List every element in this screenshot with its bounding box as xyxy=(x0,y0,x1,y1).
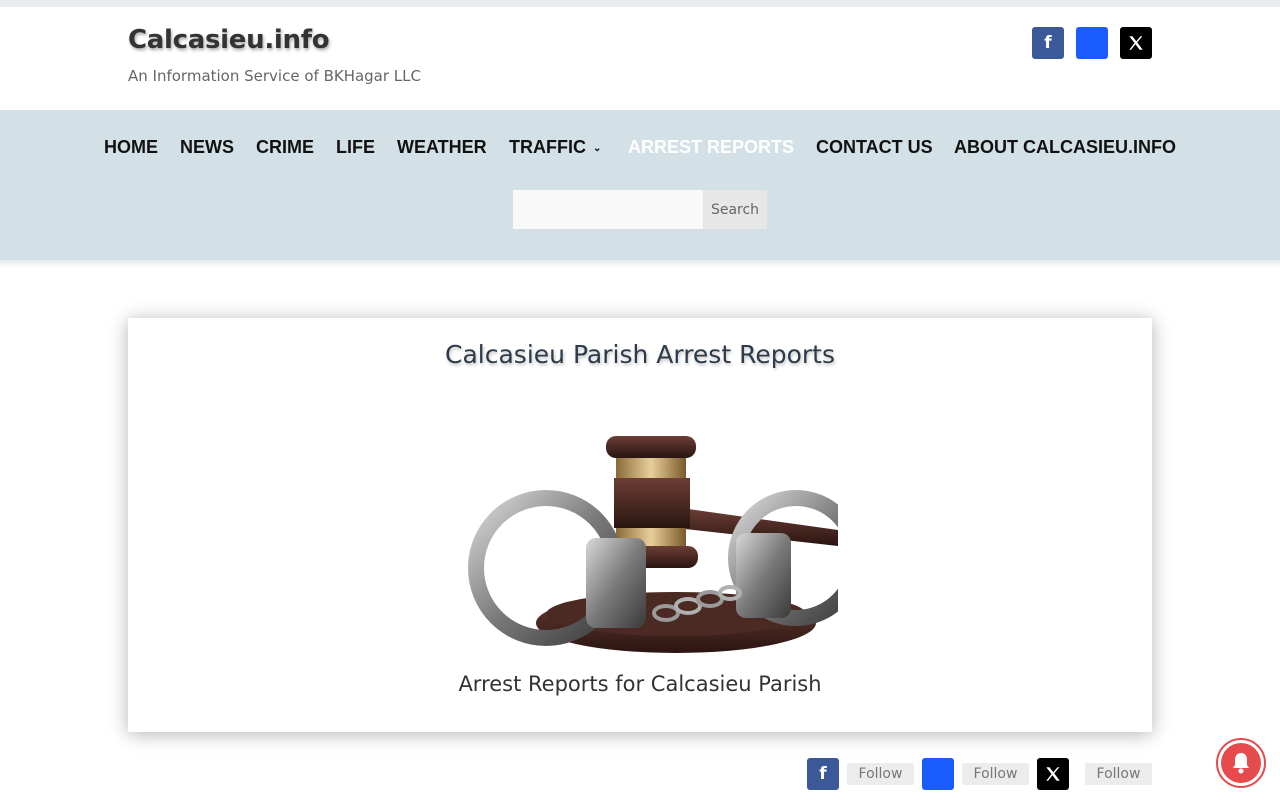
site-title[interactable]: Calcasieu.info xyxy=(128,25,330,55)
site-header: Calcasieu.info An Information Service of… xyxy=(0,7,1280,110)
search-button[interactable]: Search xyxy=(703,190,767,229)
site-tagline: An Information Service of BKHagar LLC xyxy=(128,67,421,85)
follow-x-icon[interactable] xyxy=(1037,758,1069,790)
nav-item-news[interactable]: NEWS xyxy=(180,137,234,158)
header-facebook-icon[interactable]: f xyxy=(1032,27,1064,59)
search-input[interactable] xyxy=(513,190,703,229)
main-navigation: HOME NEWS CRIME LIFE WEATHER TRAFFIC ⌄ AR… xyxy=(0,110,1280,265)
follow-bluesky-icon[interactable] xyxy=(922,758,954,790)
top-strip xyxy=(0,0,1280,7)
image-caption: Arrest Reports for Calcasieu Parish xyxy=(458,672,822,696)
nav-item-traffic[interactable]: TRAFFIC ⌄ xyxy=(509,137,601,158)
nav-item-home[interactable]: HOME xyxy=(104,137,158,158)
nav-item-about[interactable]: ABOUT CALCASIEU.INFO xyxy=(954,137,1176,158)
follow-facebook-icon[interactable]: f xyxy=(807,758,839,790)
nav-item-arrest-reports[interactable]: ARREST REPORTS xyxy=(628,137,794,158)
x-icon xyxy=(1129,36,1143,50)
follow-bluesky-button[interactable]: Follow xyxy=(962,763,1029,785)
follow-x-button[interactable]: Follow xyxy=(1085,763,1152,785)
nav-item-contact-us[interactable]: CONTACT US xyxy=(816,137,933,158)
page-title: Calcasieu Parish Arrest Reports xyxy=(445,340,835,369)
chevron-down-icon: ⌄ xyxy=(592,143,602,154)
nav-item-weather[interactable]: WEATHER xyxy=(397,137,487,158)
notification-bell-button[interactable] xyxy=(1216,738,1266,788)
search-form: Search xyxy=(513,190,767,229)
notification-bell-circle xyxy=(1221,743,1261,783)
follow-facebook-button[interactable]: Follow xyxy=(847,763,914,785)
header-bluesky-icon[interactable] xyxy=(1076,27,1108,59)
content-card: Calcasieu Parish Arrest Reports Arrest R… xyxy=(128,318,1152,732)
bell-icon xyxy=(1233,753,1249,774)
header-x-icon[interactable] xyxy=(1120,27,1152,59)
nav-shadow xyxy=(0,260,1280,268)
facebook-icon: f xyxy=(819,764,827,784)
nav-item-traffic-label: TRAFFIC xyxy=(509,137,586,157)
nav-item-life[interactable]: LIFE xyxy=(336,137,375,158)
nav-item-crime[interactable]: CRIME xyxy=(256,137,314,158)
gavel-handcuffs-image xyxy=(466,418,864,662)
facebook-icon: f xyxy=(1044,33,1052,53)
x-icon xyxy=(1046,767,1060,781)
gavel-handcuffs-icon xyxy=(468,436,864,653)
